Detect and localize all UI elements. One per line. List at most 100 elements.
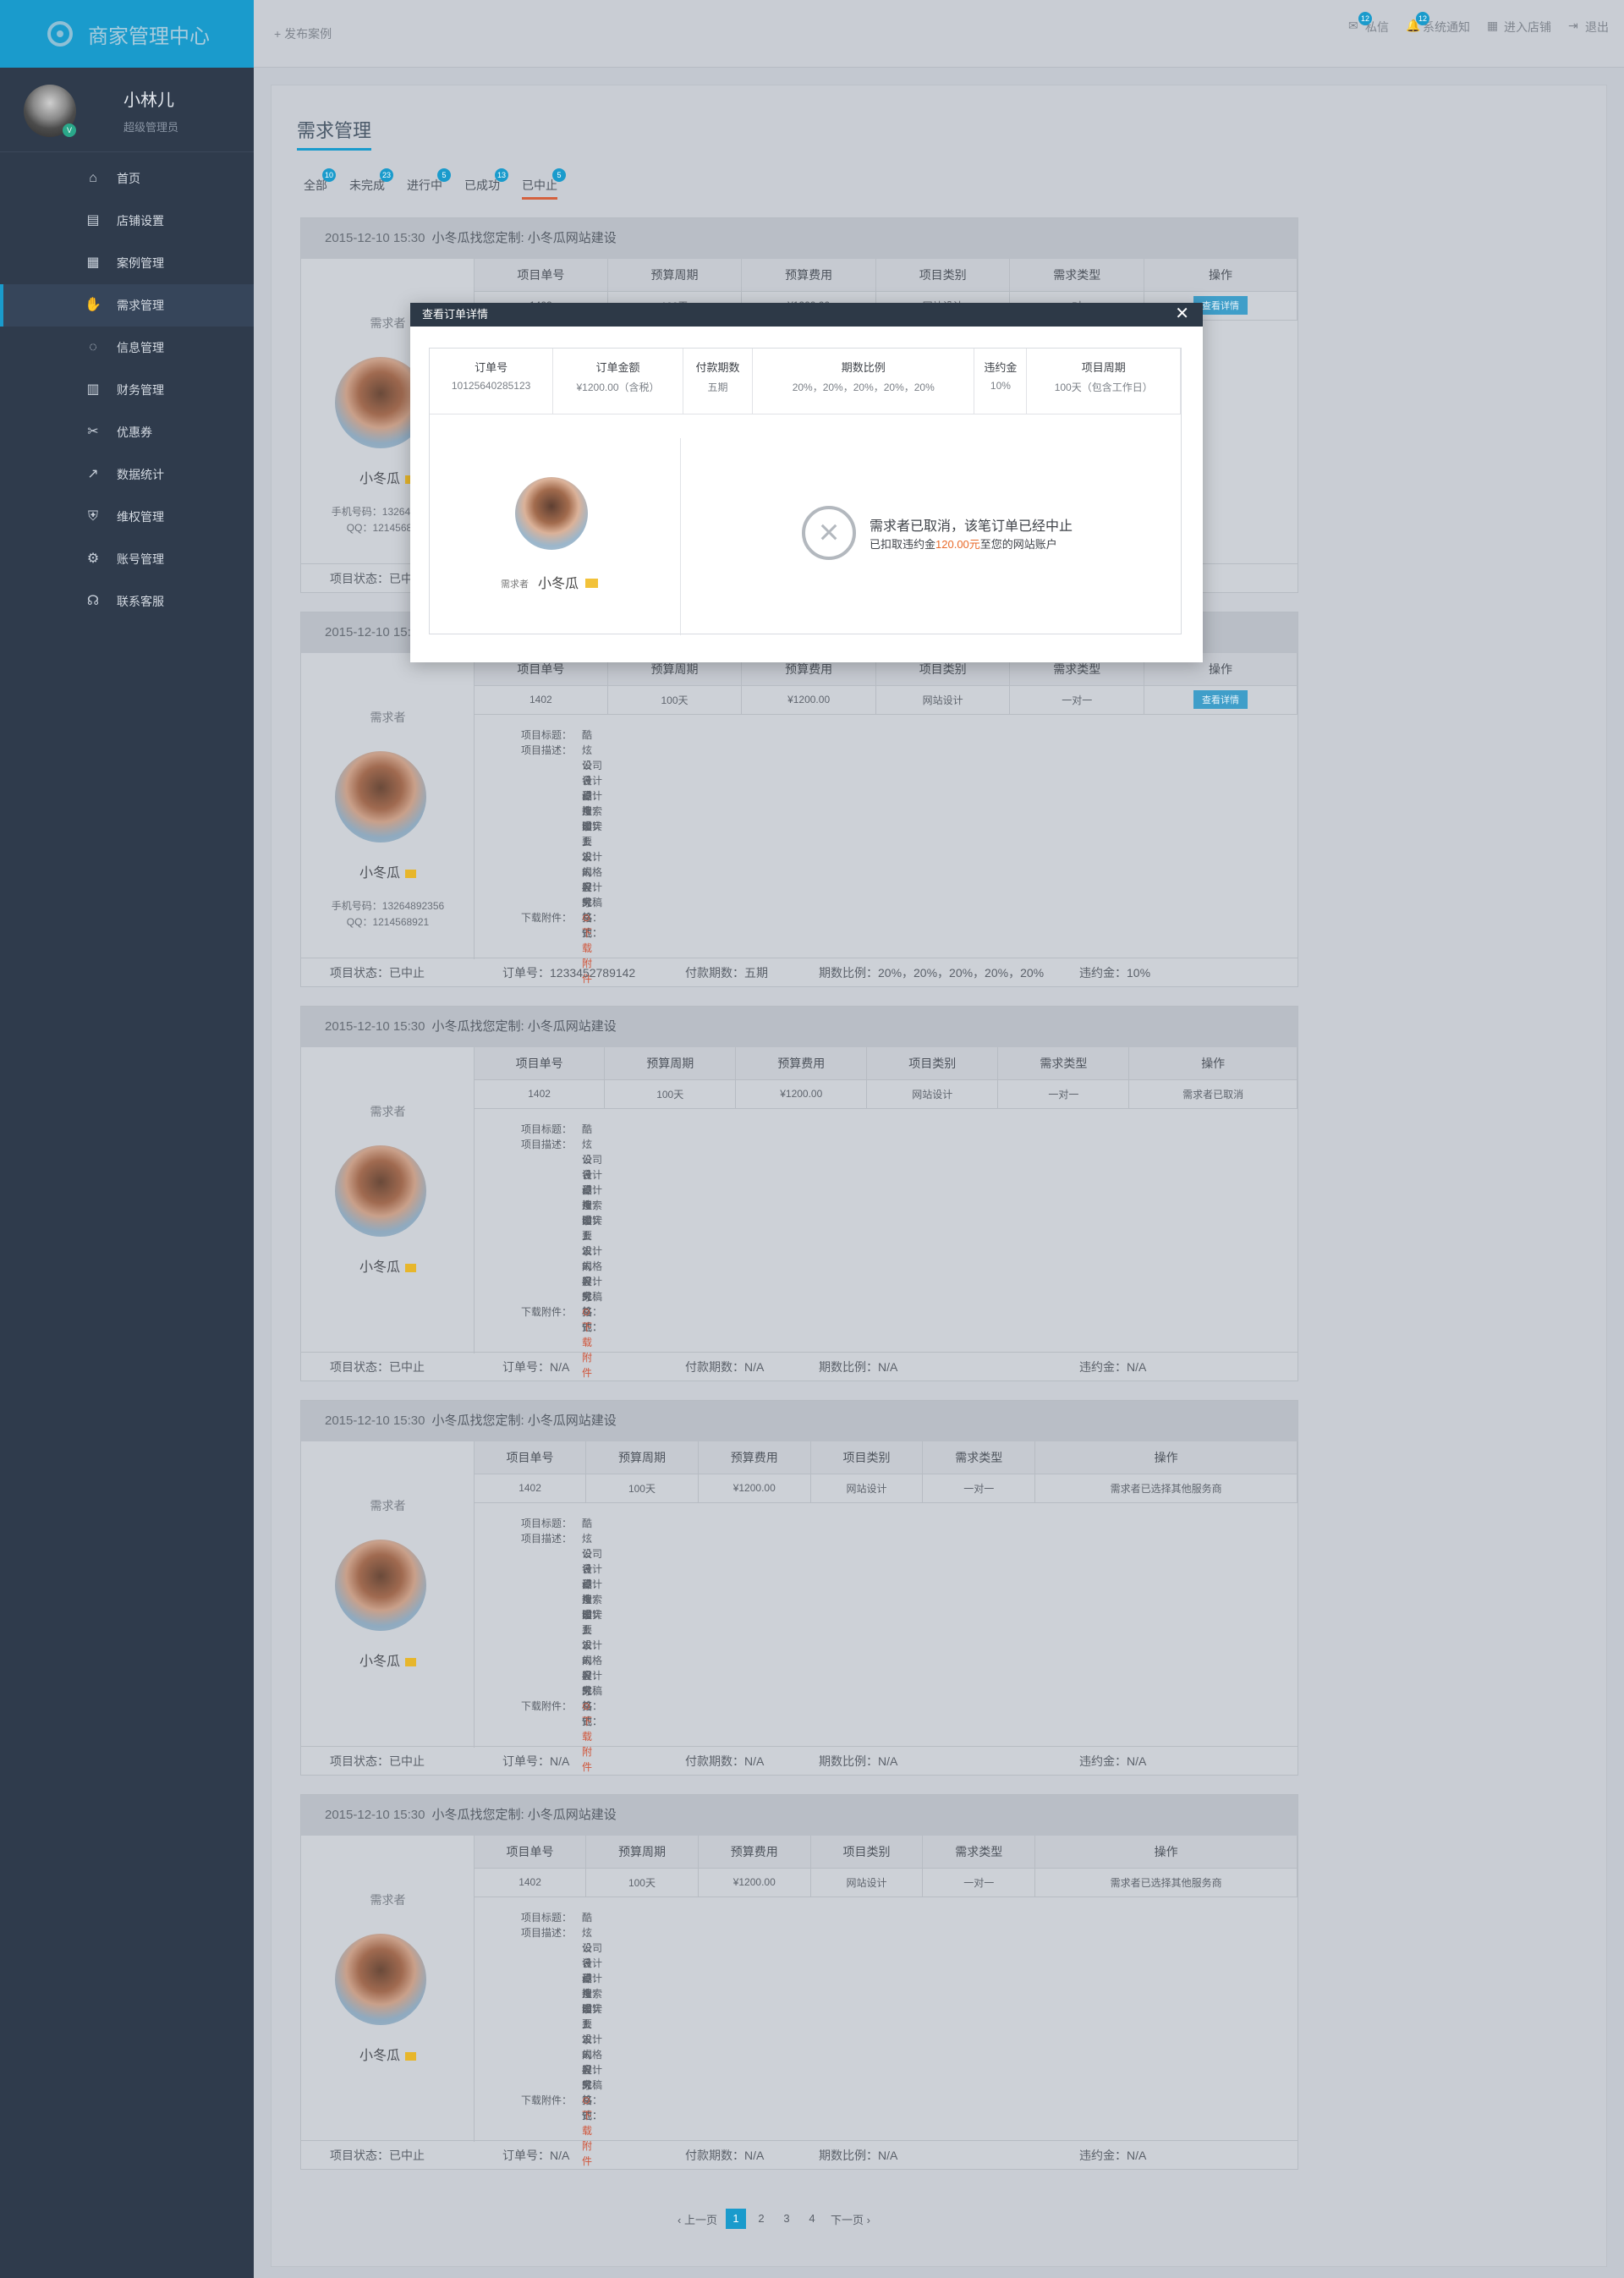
prev-page-button[interactable]: ‹ 上一页 bbox=[678, 2211, 717, 2227]
hand-icon: ✋ bbox=[85, 298, 102, 312]
publish-case-button[interactable]: + 发布案例 bbox=[274, 25, 332, 42]
table-header: 需求类型 bbox=[922, 1836, 1036, 1869]
requester-avatar[interactable] bbox=[335, 1145, 426, 1237]
sidebar-item-9[interactable]: ⚙ 账号管理 bbox=[0, 538, 254, 580]
table-header: 操作 bbox=[1144, 259, 1298, 292]
desc-label: 项目描述： bbox=[520, 1139, 572, 1150]
requester-avatar[interactable] bbox=[335, 751, 426, 843]
sidebar-item-0[interactable]: ⌂ 首页 bbox=[0, 157, 254, 200]
sidebar-item-label: 需求管理 bbox=[117, 299, 164, 312]
table-cell: ¥1200.00 bbox=[698, 1474, 811, 1503]
sidebar-item-4[interactable]: ◌ 信息管理 bbox=[0, 327, 254, 369]
table-cell: 100天 bbox=[604, 1079, 737, 1109]
notices-link[interactable]: 🔔 12 系统通知 bbox=[1406, 12, 1470, 36]
penalty-message: 已扣取违约金120.00元至您的网站账户 bbox=[870, 538, 1057, 551]
logout-link[interactable]: ⇥ 退出 bbox=[1568, 19, 1609, 36]
sidebar-item-2[interactable]: ▦ 案例管理 bbox=[0, 242, 254, 284]
tab-3[interactable]: 已成功 13 bbox=[464, 168, 508, 200]
mail-icon[interactable] bbox=[405, 1263, 416, 1272]
coupon-icon: ✂ bbox=[87, 425, 99, 439]
sidebar-item-8[interactable]: ⛨ 维权管理 bbox=[0, 496, 254, 538]
close-icon[interactable]: ✕ bbox=[1175, 305, 1189, 322]
tab-2[interactable]: 进行中 5 bbox=[407, 168, 451, 200]
sidebar-item-label: 维权管理 bbox=[117, 510, 164, 524]
project-table: 项目单号预算周期预算费用项目类别需求类型操作1402100天¥1200.00网站… bbox=[475, 1047, 1298, 1109]
tab-4[interactable]: 已中止 5 bbox=[522, 168, 566, 200]
sidebar-item-6[interactable]: ✂ 优惠券 bbox=[0, 411, 254, 453]
card-title[interactable]: 小冬瓜找您定制: 小冬瓜网站建设 bbox=[431, 1019, 616, 1034]
messages-link[interactable]: ✉ 12 私信 bbox=[1348, 12, 1389, 36]
mail-icon[interactable] bbox=[405, 1657, 416, 1666]
brand-header[interactable]: 商家管理中心 bbox=[0, 0, 254, 68]
footer-ratio: 期数比例：N/A bbox=[819, 1359, 898, 1374]
table-header: 预算费用 bbox=[741, 259, 876, 292]
demand-card: 2015-12-10 15:30 小冬瓜找您定制: 小冬瓜网站建设 需求者 小冬瓜 项目… bbox=[300, 1006, 1298, 1381]
card-title[interactable]: 小冬瓜找您定制: 小冬瓜网站建设 bbox=[431, 1808, 616, 1822]
messages-count: 12 bbox=[1358, 12, 1372, 25]
table-cell: 网站设计 bbox=[810, 1868, 924, 1897]
requester-panel: 需求者 小冬瓜 bbox=[301, 1836, 475, 2142]
enter-store-label: 进入店铺 bbox=[1504, 20, 1551, 34]
enter-store-link[interactable]: ▦ 进入店铺 bbox=[1487, 19, 1551, 36]
desc-label: 项目描述： bbox=[520, 1533, 572, 1545]
mail-icon[interactable] bbox=[405, 869, 416, 878]
sidebar-item-3[interactable]: ✋ 需求管理 bbox=[0, 284, 254, 327]
brand-title: 商家管理中心 bbox=[88, 25, 210, 48]
sidebar-item-10[interactable]: ☊ 联系客服 bbox=[0, 580, 254, 623]
table-cell: 100天 bbox=[607, 685, 743, 715]
table-header: 项目类别 bbox=[810, 1441, 924, 1474]
project-table: 项目单号预算周期预算费用项目类别需求类型操作1402100天¥1200.00网站… bbox=[475, 1441, 1298, 1503]
page-4-button[interactable]: 4 bbox=[802, 2209, 822, 2229]
project-table: 项目单号预算周期预算费用项目类别需求类型操作1402100天¥1200.00网站… bbox=[475, 1836, 1298, 1897]
tab-0[interactable]: 全部 10 bbox=[304, 168, 336, 200]
requester-name: 小冬瓜 bbox=[301, 861, 475, 881]
table-header: 需求类型 bbox=[997, 1047, 1130, 1080]
logout-label: 退出 bbox=[1585, 20, 1609, 34]
card-title[interactable]: 小冬瓜找您定制: 小冬瓜网站建设 bbox=[431, 231, 616, 245]
page-2-button[interactable]: 2 bbox=[751, 2209, 771, 2229]
card-title[interactable]: 小冬瓜找您定制: 小冬瓜网站建设 bbox=[431, 1413, 616, 1428]
requester-panel: 需求者 小冬瓜 bbox=[301, 1441, 475, 1748]
footer-ratio: 期数比例：20%，20%，20%，20%，20% bbox=[819, 965, 1045, 980]
modal-value-cell: 20%，20%，20%，20%，20% bbox=[752, 375, 975, 414]
sidebar: 商家管理中心 V 小林儿 超级管理员 ⌂ 首页 ▤ 店铺设置 ▦ 案例管理 ✋ 需求管理 ◌ 信息… bbox=[0, 0, 254, 2278]
tab-count-badge: 5 bbox=[552, 168, 566, 182]
table-cell: 1402 bbox=[475, 685, 608, 715]
desc-label: 下载附件： bbox=[520, 912, 572, 924]
footer-pay: 付款期数：五期 bbox=[685, 965, 768, 980]
table-cell: 1402 bbox=[475, 1868, 587, 1897]
sidebar-item-1[interactable]: ▤ 店铺设置 bbox=[0, 200, 254, 242]
sidebar-item-label: 信息管理 bbox=[117, 341, 164, 354]
page-1-button[interactable]: 1 bbox=[725, 2209, 746, 2229]
desc-label: 项目标题： bbox=[520, 1912, 572, 1924]
table-row: 1402 100天 ¥1200.00 网站设计 一对一 需求者已取消 bbox=[475, 1079, 1298, 1109]
sidebar-item-7[interactable]: ↗ 数据统计 bbox=[0, 453, 254, 496]
footer-ratio: 期数比例：N/A bbox=[819, 2148, 898, 2162]
table-header: 预算周期 bbox=[607, 259, 743, 292]
sidebar-item-5[interactable]: ▥ 财务管理 bbox=[0, 369, 254, 411]
table-header: 需求类型 bbox=[1009, 259, 1145, 292]
table-header: 项目单号 bbox=[475, 1836, 587, 1869]
page-3-button[interactable]: 3 bbox=[776, 2209, 797, 2229]
requester-avatar[interactable] bbox=[335, 1540, 426, 1631]
desc-label: 项目标题： bbox=[520, 1123, 572, 1135]
requester-label: 需求者 bbox=[370, 1105, 406, 1118]
tab-count-badge: 5 bbox=[437, 168, 451, 182]
action-status: 需求者已选择其他服务商 bbox=[1110, 1482, 1222, 1495]
sidebar-item-label: 首页 bbox=[117, 172, 140, 185]
modal-value-cell: ¥1200.00（含税） bbox=[552, 375, 683, 414]
mail-icon[interactable] bbox=[405, 2051, 416, 2061]
next-page-button[interactable]: 下一页 › bbox=[831, 2211, 870, 2227]
action-cell: 需求者已取消 bbox=[1128, 1079, 1298, 1109]
footer-order: 订单号：N/A bbox=[502, 1754, 570, 1768]
mail-icon[interactable] bbox=[585, 579, 599, 588]
card-time: 2015-12-10 15:30 bbox=[325, 1808, 425, 1822]
tab-1[interactable]: 未完成 23 bbox=[349, 168, 393, 200]
view-detail-button[interactable]: 查看详情 bbox=[1193, 690, 1248, 709]
table-cell: ¥1200.00 bbox=[698, 1868, 811, 1897]
requester-avatar[interactable] bbox=[335, 1934, 426, 2025]
footer-status: 项目状态：已中止 bbox=[330, 1754, 425, 1768]
requester-avatar bbox=[515, 477, 588, 550]
topbar: + 发布案例 ✉ 12 私信 🔔 12 系统通知 ▦ 进入店铺 ⇥ 退出 bbox=[254, 0, 1624, 68]
table-header: 项目单号 bbox=[475, 259, 608, 292]
